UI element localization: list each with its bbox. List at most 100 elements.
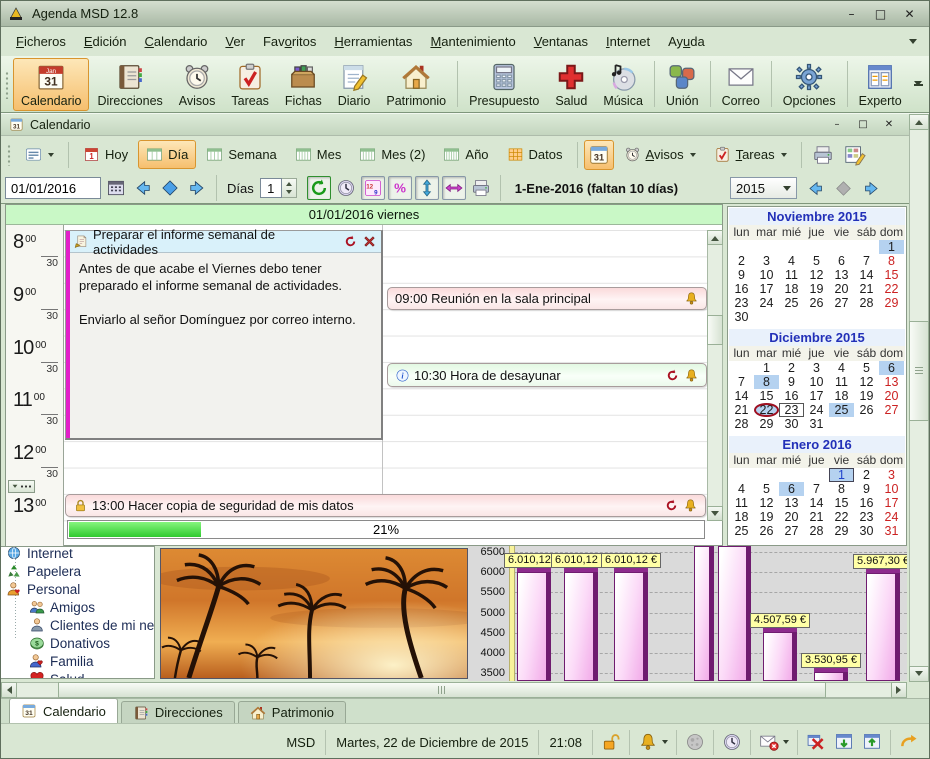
status-button-redo-icon[interactable] — [899, 732, 919, 752]
view-button-dia[interactable]: Día — [138, 140, 197, 169]
view-button-mes-2[interactable]: Mes (2) — [351, 140, 433, 169]
mini-cal-day[interactable]: 16 — [779, 389, 804, 403]
mini-cal-day[interactable]: 12 — [854, 375, 879, 389]
mini-cal-day[interactable]: 20 — [829, 282, 854, 296]
tree-item-internet[interactable]: Internet — [6, 547, 73, 562]
mini-cal-day[interactable]: 30 — [729, 310, 754, 324]
toolbar-item-direcciones[interactable]: Direcciones — [89, 58, 170, 111]
mini-cal-day[interactable]: 31 — [879, 524, 904, 538]
mini-cal-day[interactable]: 14 — [804, 496, 829, 510]
mini-cal-day[interactable]: 12 — [754, 496, 779, 510]
menu-item-ver[interactable]: Ver — [216, 29, 254, 54]
mini-cal-day[interactable]: 30 — [854, 524, 879, 538]
mini-cal-day[interactable]: 21 — [854, 282, 879, 296]
mini-cal-day[interactable]: 24 — [879, 510, 904, 524]
mini-cal-day[interactable]: 17 — [879, 496, 904, 510]
view-button-hoy[interactable]: 1 Hoy — [75, 140, 136, 169]
mini-cal-day[interactable]: 2 — [854, 468, 879, 482]
calendar-maximize-button[interactable]: □ — [851, 117, 875, 133]
mini-cal-day[interactable]: 5 — [754, 482, 779, 496]
view-button-datos[interactable]: Datos — [499, 140, 571, 169]
show-percent-toggle[interactable]: % — [387, 176, 412, 200]
print-button[interactable] — [808, 140, 838, 170]
mini-cal-day[interactable]: 13 — [829, 268, 854, 282]
mini-cal-day[interactable]: 7 — [854, 254, 879, 268]
mini-cal-day[interactable]: 27 — [779, 524, 804, 538]
mini-cal-day[interactable]: 25 — [729, 524, 754, 538]
menu-item-calendario[interactable]: Calendario — [136, 29, 217, 54]
mini-cal-day[interactable]: 8 — [879, 254, 904, 268]
mini-cal-day[interactable]: 23 — [854, 510, 879, 524]
mini-cal-day[interactable]: 9 — [779, 375, 804, 389]
scroll-right-button[interactable] — [891, 682, 907, 698]
mini-cal-day[interactable]: 10 — [804, 375, 829, 389]
prev-day-button[interactable] — [131, 176, 155, 200]
toolbar-item-experto[interactable]: Experto — [851, 58, 910, 111]
status-button-window-restore-up-icon[interactable] — [862, 732, 882, 752]
mini-cal-day[interactable]: 5 — [804, 254, 829, 268]
mini-cal-day[interactable]: 15 — [754, 389, 779, 403]
mini-cal-day[interactable]: 30 — [779, 417, 804, 431]
mini-cal-day[interactable]: 21 — [729, 403, 754, 417]
calendar-toolbar-drag-handle[interactable] — [7, 143, 11, 166]
mini-cal-day[interactable]: 27 — [879, 403, 904, 417]
mini-cal-day[interactable]: 13 — [779, 496, 804, 510]
mini-cal-day-selected[interactable]: 1 — [829, 468, 854, 482]
mini-cal-day[interactable]: 26 — [854, 403, 879, 417]
menu-item-ventanas[interactable]: Ventanas — [525, 29, 597, 54]
mini-cal-day[interactable]: 3 — [804, 361, 829, 375]
toolbar-item-correo[interactable]: Correo — [714, 58, 768, 111]
toolbar-item-union[interactable]: Unión — [658, 58, 707, 111]
mini-cal-day[interactable]: 10 — [879, 482, 904, 496]
menu-item-internet[interactable]: Internet — [597, 29, 659, 54]
mini-cal-day-today[interactable]: 22 — [754, 403, 779, 417]
current-year-button[interactable] — [834, 179, 853, 198]
mini-cal-day[interactable]: 28 — [804, 524, 829, 538]
days-stepper[interactable]: 1 — [259, 178, 297, 198]
mini-cal-day[interactable]: 16 — [854, 496, 879, 510]
tree-item-donativos[interactable]: $ Donativos — [29, 634, 110, 652]
mini-cal-day[interactable]: 18 — [779, 282, 804, 296]
close-button[interactable]: ✕ — [896, 5, 923, 23]
show-dates-toggle[interactable]: 12 9 — [360, 176, 385, 200]
status-button-moon-icon[interactable] — [685, 732, 705, 752]
maximize-button[interactable]: □ — [867, 5, 894, 23]
mini-cal-day[interactable]: 22 — [879, 282, 904, 296]
view-button-semana[interactable]: Semana — [198, 140, 284, 169]
mini-cal-day[interactable]: 18 — [729, 510, 754, 524]
event-reunion[interactable]: 09:00 Reunión en la sala principal — [387, 287, 707, 310]
status-button-mail-blocked-icon[interactable] — [759, 732, 789, 752]
toolbar-item-fichas[interactable]: Fichas — [277, 58, 330, 111]
status-button-clock-icon[interactable] — [722, 732, 742, 752]
mini-cal-day[interactable]: 20 — [779, 510, 804, 524]
toolbar-item-tareas[interactable]: Tareas — [223, 58, 277, 111]
mini-cal-day[interactable]: 24 — [754, 296, 779, 310]
menu-item-mantenimiento[interactable]: Mantenimiento — [421, 29, 524, 54]
mini-cal-day[interactable]: 7 — [804, 482, 829, 496]
toolbar-item-opciones[interactable]: Opciones — [775, 58, 844, 111]
mini-cal-day[interactable]: 13 — [879, 375, 904, 389]
mini-cal-day[interactable]: 23 — [729, 296, 754, 310]
mini-cal-day[interactable]: 6 — [779, 482, 804, 496]
calendar-menu-button[interactable] — [17, 140, 62, 169]
day-scroll-up-button[interactable] — [707, 230, 723, 245]
mini-cal-day[interactable]: 1 — [754, 361, 779, 375]
view-button-ano[interactable]: Año — [435, 140, 496, 169]
tree-item-papelera[interactable]: Papelera — [6, 562, 81, 580]
mini-cal-day[interactable]: 1 — [879, 240, 904, 254]
mini-cal-day[interactable]: 31 — [804, 417, 829, 431]
toolbar-drag-handle[interactable] — [5, 71, 9, 99]
mini-cal-day[interactable]: 29 — [754, 417, 779, 431]
date-input[interactable] — [5, 177, 101, 199]
view-button-mes[interactable]: Mes — [287, 140, 350, 169]
toolbar-item-salud[interactable]: Salud — [547, 58, 595, 111]
mini-cal-day[interactable]: 15 — [879, 268, 904, 282]
menu-item-ficheros[interactable]: Ficheros — [7, 29, 75, 54]
menu-item-edicion[interactable]: Edición — [75, 29, 136, 54]
mini-cal-day[interactable]: 3 — [879, 468, 904, 482]
menu-item-herramientas[interactable]: Herramientas — [325, 29, 421, 54]
goto-today-button[interactable] — [158, 176, 182, 200]
view-button-tareas[interactable]: Tareas — [706, 140, 795, 169]
mini-cal-day[interactable]: 11 — [729, 496, 754, 510]
prev-year-button[interactable] — [806, 179, 825, 198]
